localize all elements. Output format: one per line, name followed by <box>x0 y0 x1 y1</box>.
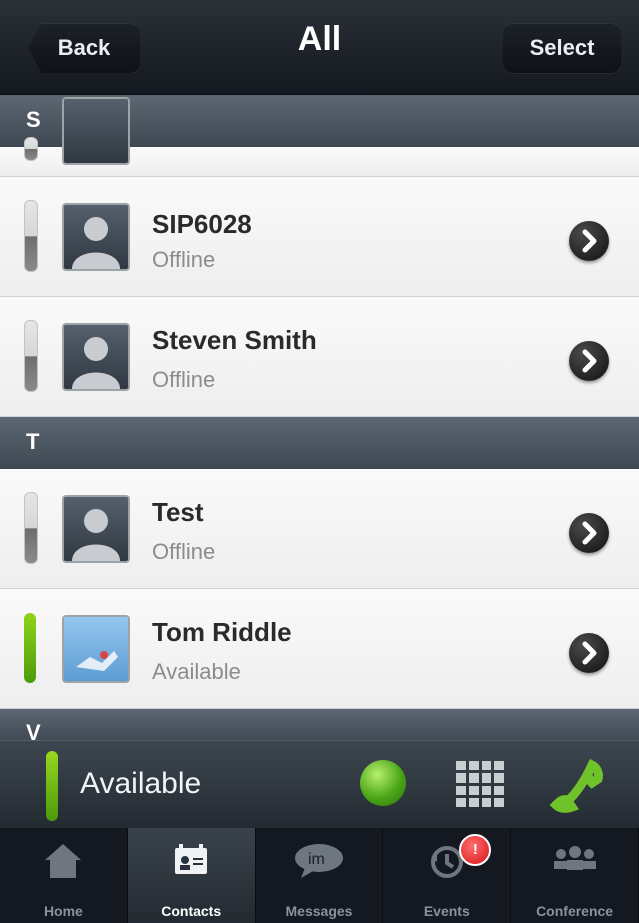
tab-label: Conference <box>536 903 614 919</box>
section-label: T <box>26 429 40 454</box>
tab-messages[interactable]: im Messages <box>256 828 384 923</box>
avatar-person-icon <box>62 203 130 271</box>
contact-name: Tom Riddle <box>152 617 292 647</box>
contact-row[interactable]: SIP6028 Offline <box>0 177 639 297</box>
section-header-t: T <box>0 417 639 469</box>
chevron-right-icon[interactable] <box>569 633 609 673</box>
select-button[interactable]: Select <box>503 23 621 73</box>
tab-label: Home <box>43 903 83 919</box>
events-badge: ! <box>459 834 492 866</box>
status-indicator <box>24 200 38 272</box>
contact-name: Test <box>152 497 204 527</box>
tab-events[interactable]: ! Events <box>383 828 512 923</box>
status-indicator <box>24 320 38 392</box>
top-nav-bar: Back All Select <box>0 0 639 95</box>
presence-indicator <box>46 751 58 821</box>
contact-row[interactable]: Test Offline <box>0 469 639 589</box>
section-header-v: V <box>0 709 639 745</box>
list-item-partial[interactable] <box>0 97 639 177</box>
status-indicator <box>24 137 38 161</box>
presence-label[interactable]: Available <box>80 767 201 801</box>
tab-label: Contacts <box>161 903 222 919</box>
tab-home[interactable]: Home <box>0 828 128 923</box>
status-dot-icon[interactable] <box>360 760 406 806</box>
tab-bar: Home Contacts im Messages ! Events Confe… <box>0 828 639 923</box>
contact-status: Offline <box>152 539 216 564</box>
chevron-right-icon[interactable] <box>569 513 609 553</box>
contact-status: Offline <box>152 367 216 392</box>
contact-name: Steven Smith <box>152 325 317 355</box>
contacts-icon <box>169 840 213 885</box>
contact-row[interactable]: Tom Riddle Available <box>0 589 639 709</box>
tab-label: Messages <box>285 903 353 919</box>
status-indicator <box>24 613 36 683</box>
tab-contacts[interactable]: Contacts <box>127 828 256 923</box>
im-icon: im <box>291 840 347 885</box>
avatar-person-icon <box>62 495 130 563</box>
contact-name: SIP6028 <box>152 209 252 239</box>
phone-icon[interactable] <box>548 758 604 815</box>
contact-row[interactable]: Steven Smith Offline <box>0 297 639 417</box>
contact-status: Available <box>152 659 241 684</box>
tab-label: Events <box>423 903 470 919</box>
status-indicator <box>24 492 38 564</box>
tab-conference[interactable]: Conference <box>511 828 639 923</box>
conference-icon <box>547 840 603 885</box>
presence-bar[interactable]: Available <box>0 740 639 829</box>
chevron-right-icon[interactable] <box>569 341 609 381</box>
svg-text:im: im <box>308 851 325 868</box>
chevron-right-icon[interactable] <box>569 221 609 261</box>
avatar-person-icon <box>62 323 130 391</box>
keypad-icon[interactable] <box>456 761 504 807</box>
avatar-photo <box>62 615 130 683</box>
avatar <box>62 97 130 165</box>
home-icon <box>41 840 85 885</box>
contact-status: Offline <box>152 247 216 272</box>
